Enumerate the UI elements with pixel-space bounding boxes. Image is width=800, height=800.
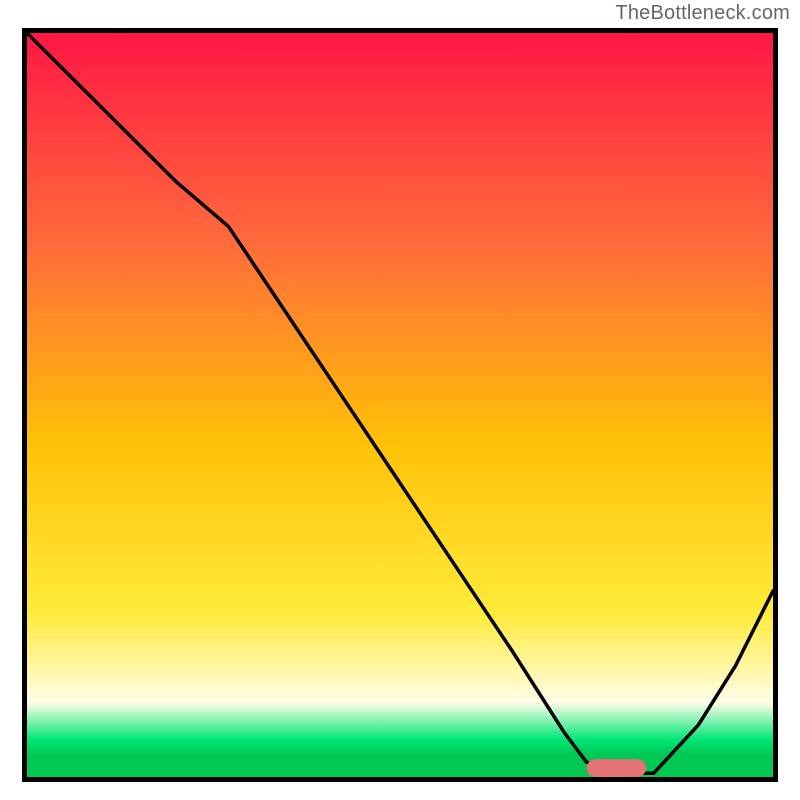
chart-container: TheBottleneck.com bbox=[0, 0, 800, 800]
optimal-marker bbox=[587, 759, 647, 777]
plot-area bbox=[22, 28, 778, 782]
plot-svg bbox=[27, 33, 773, 777]
watermark-label: TheBottleneck.com bbox=[615, 2, 790, 25]
